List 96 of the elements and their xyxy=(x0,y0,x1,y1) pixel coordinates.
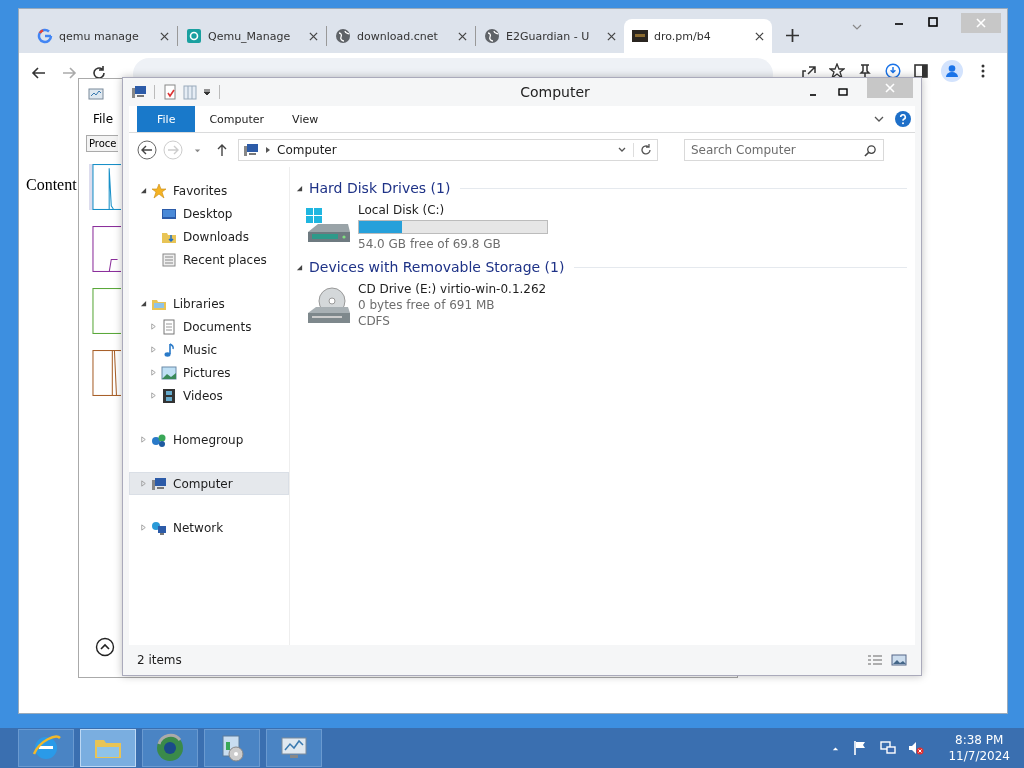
expanded-arrow-icon[interactable] xyxy=(140,300,147,307)
tab-title: E2Guardian - U xyxy=(506,29,591,43)
taskbar-button[interactable] xyxy=(266,729,322,767)
help-icon[interactable] xyxy=(895,111,911,127)
nav-item[interactable]: Computer xyxy=(129,472,289,495)
computer-icon xyxy=(131,84,147,100)
nav-item[interactable]: Favorites xyxy=(129,179,289,202)
up-arrow-icon[interactable] xyxy=(216,143,228,157)
share-icon[interactable] xyxy=(801,63,817,79)
recent-places-icon xyxy=(161,251,177,268)
graph-thumbnail[interactable] xyxy=(89,350,121,396)
browser-tab[interactable]: download.cnet xyxy=(327,19,475,53)
close-icon[interactable] xyxy=(458,31,467,41)
film-icon xyxy=(161,387,177,404)
browser-tab[interactable]: dro.pm/b4 xyxy=(624,19,772,53)
drive-detail: CDFS xyxy=(358,313,391,329)
drive-detail: 54.0 GB free of 69.8 GB xyxy=(358,236,502,252)
address-field[interactable]: Computer xyxy=(238,139,658,161)
close-icon[interactable] xyxy=(755,31,764,41)
tab[interactable]: Proce xyxy=(86,135,118,152)
maximize-icon[interactable] xyxy=(837,86,849,98)
close-icon[interactable] xyxy=(607,31,616,41)
gear-icon xyxy=(186,28,202,44)
large-icons-view-icon[interactable] xyxy=(891,654,907,666)
close-icon[interactable] xyxy=(309,31,318,41)
globe-icon xyxy=(154,732,186,764)
nav-item[interactable]: Libraries xyxy=(129,292,289,315)
speaker-muted-icon[interactable] xyxy=(908,740,925,756)
page-text: Content xyxy=(26,176,77,193)
search-icon xyxy=(864,144,877,157)
dark-square-icon xyxy=(632,28,648,44)
dropdown-icon[interactable] xyxy=(202,87,212,97)
network-icon[interactable] xyxy=(880,740,897,756)
back-arrow-icon[interactable] xyxy=(31,65,47,81)
nav-item[interactable]: Downloads xyxy=(129,225,289,248)
maximize-icon[interactable] xyxy=(927,16,939,28)
computer-icon xyxy=(151,475,167,492)
computer-icon xyxy=(243,142,259,158)
google-g-icon xyxy=(37,28,53,44)
reload-icon[interactable] xyxy=(91,65,107,81)
avatar-icon[interactable] xyxy=(941,60,963,82)
item-count: 2 items xyxy=(137,653,182,667)
nav-item[interactable]: Music xyxy=(129,338,289,361)
monitor-chart-icon xyxy=(88,87,104,103)
nav-item[interactable]: Videos xyxy=(129,384,289,407)
globe-icon xyxy=(484,28,500,44)
properties-icon[interactable] xyxy=(162,84,178,100)
new-tab-icon[interactable] xyxy=(786,29,799,42)
network-icon xyxy=(151,519,167,536)
expanded-arrow-icon[interactable] xyxy=(140,187,147,194)
ribbon-tab[interactable]: View xyxy=(278,106,333,132)
globe-icon xyxy=(335,28,351,44)
download-icon[interactable] xyxy=(885,63,901,79)
drive-item[interactable]: Local Disk (C:) 54.0 GB free of 69.8 GB xyxy=(296,199,554,256)
breadcrumb-arrow-icon[interactable] xyxy=(265,146,271,154)
drive-item[interactable]: CD Drive (E:) virtio-win-0.1.262 0 bytes free of 691 MB CDFS xyxy=(296,278,554,333)
star-icon[interactable] xyxy=(829,63,845,79)
window-title: Computer xyxy=(519,84,591,100)
nav-item[interactable]: Network xyxy=(129,516,289,539)
document-icon xyxy=(161,318,177,335)
pin-icon[interactable] xyxy=(857,63,873,79)
refresh-icon[interactable] xyxy=(633,143,653,157)
drive-name: CD Drive (E:) virtio-win-0.1.262 xyxy=(358,282,547,297)
drive-name: Local Disk (C:) xyxy=(358,203,446,218)
taskbar-button[interactable] xyxy=(204,729,260,767)
file-menu-tab[interactable]: File xyxy=(137,106,196,132)
browser-tab[interactable]: E2Guardian - U xyxy=(476,19,624,53)
ribbon-tab[interactable]: Computer xyxy=(195,106,279,132)
menu-item[interactable]: File xyxy=(93,112,114,126)
star-icon xyxy=(151,182,167,199)
nav-item[interactable]: Desktop xyxy=(129,202,289,225)
expanded-arrow-icon[interactable] xyxy=(296,263,303,271)
expanded-arrow-icon[interactable] xyxy=(296,184,303,192)
taskbar-button[interactable] xyxy=(142,729,198,767)
browser-tab[interactable]: qemu manage xyxy=(29,19,177,53)
side-panel-icon[interactable] xyxy=(913,63,929,79)
tab-title: Qemu_Manage xyxy=(208,29,292,43)
close-icon[interactable] xyxy=(160,31,169,41)
picture-icon xyxy=(161,364,177,381)
graph-thumbnail[interactable] xyxy=(89,226,121,272)
tab-title: dro.pm/b4 xyxy=(654,29,712,43)
drive-detail: 0 bytes free of 691 MB xyxy=(358,297,496,313)
graph-thumbnail[interactable] xyxy=(89,164,121,210)
collapse-icon[interactable] xyxy=(95,637,115,657)
tab-title: download.cnet xyxy=(357,29,439,43)
clock-date[interactable]: 11/7/2024 xyxy=(948,748,1010,764)
tab-title: qemu manage xyxy=(59,29,140,43)
nav-item[interactable]: Homegroup xyxy=(129,428,289,451)
group-heading[interactable]: Hard Disk Drives (1) xyxy=(309,180,451,196)
browser-tab[interactable]: Qemu_Manage xyxy=(178,19,326,53)
nav-item[interactable]: Recent places xyxy=(129,248,289,271)
nav-item[interactable]: Documents xyxy=(129,315,289,338)
search-field[interactable]: Search Computer xyxy=(684,139,884,161)
group-heading[interactable]: Devices with Removable Storage (1) xyxy=(309,259,565,275)
nav-item[interactable]: Pictures xyxy=(129,361,289,384)
clock-time[interactable]: 8:38 PM xyxy=(955,732,1004,748)
